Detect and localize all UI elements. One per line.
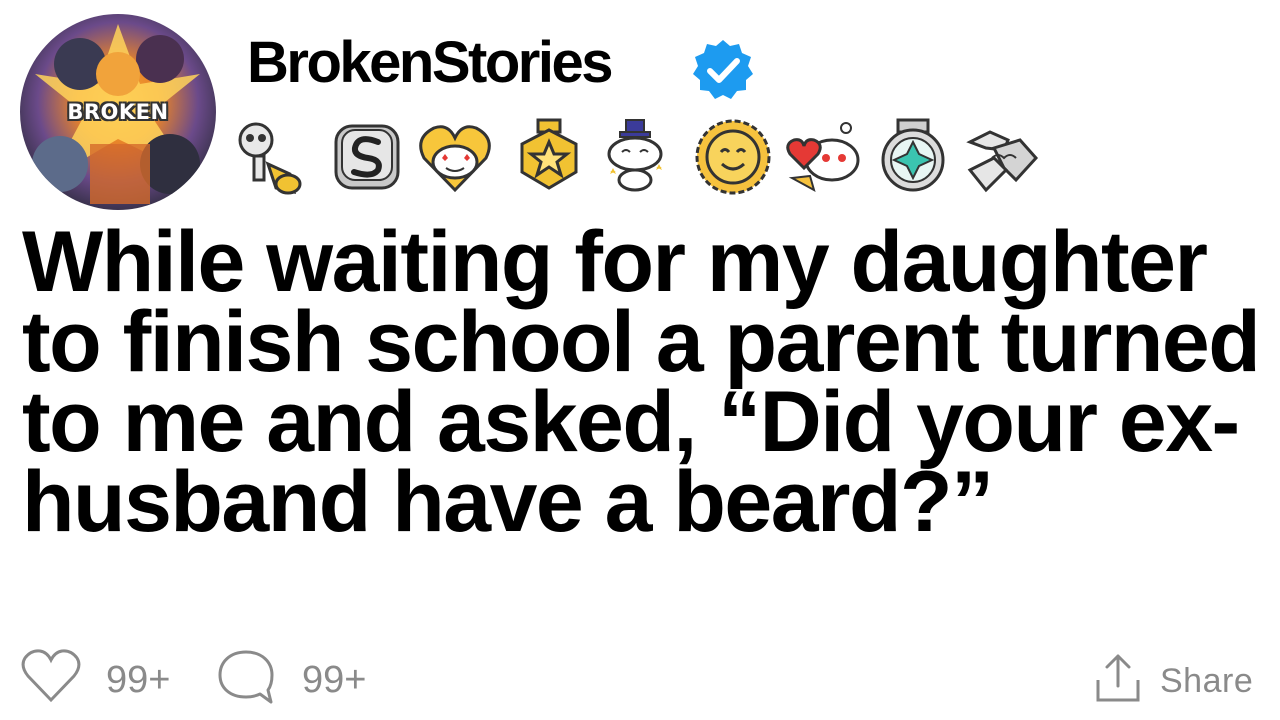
comment-count: 99+ (302, 659, 367, 701)
avatar[interactable]: BROKEN (20, 14, 216, 210)
wizard-snoo-award-icon[interactable] (596, 118, 674, 196)
action-bar: 99+ 99+ Share (0, 640, 1280, 710)
skeleton-trumpet-award-icon[interactable] (232, 118, 310, 196)
post-title: While waiting for my daughter to finish … (22, 214, 1261, 550)
avatar-logo-text: BROKEN (67, 100, 169, 124)
silver-s-award-icon[interactable] (328, 118, 406, 196)
gold-star-award-icon[interactable] (510, 118, 588, 196)
comment-icon[interactable] (216, 648, 276, 706)
username[interactable]: BrokenStories (247, 30, 613, 96)
verified-badge-icon (693, 40, 753, 99)
heart-icon[interactable] (20, 648, 82, 704)
handshake-award-icon[interactable] (964, 118, 1042, 196)
heart-eyes-snoo-award-icon[interactable] (416, 118, 494, 196)
like-count: 99+ (106, 659, 171, 701)
gem-medal-award-icon[interactable] (874, 118, 952, 196)
heart-snoo-award-icon[interactable] (784, 118, 862, 196)
share-icon[interactable] (1094, 652, 1142, 704)
share-button[interactable]: Share (1160, 662, 1253, 701)
sun-face-award-icon[interactable] (694, 118, 772, 196)
